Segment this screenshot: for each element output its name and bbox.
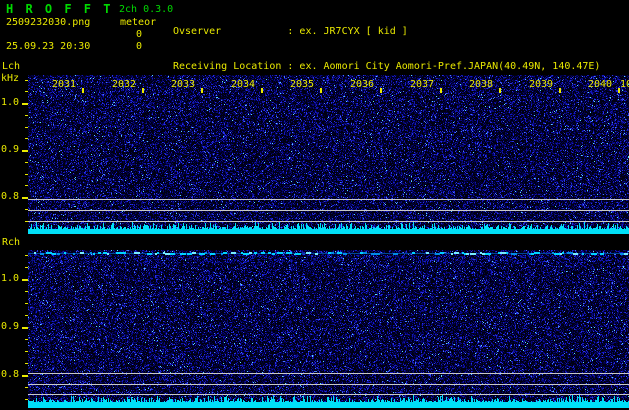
time-tick-label-partial: 10	[620, 79, 629, 90]
axis-tick	[25, 399, 28, 400]
axis-tick	[320, 88, 322, 93]
axis-tick	[25, 209, 28, 210]
lch-ytick-label-1_0: 1.0	[1, 97, 20, 108]
axis-tick	[25, 91, 28, 92]
rch-channel-label: Rch	[2, 237, 21, 248]
axis-tick	[25, 387, 28, 388]
lch-ytick-label-0_8: 0.8	[1, 191, 20, 202]
rch-spectrogram-canvas	[28, 250, 629, 408]
meteor-count-upper: 0	[136, 29, 143, 40]
timestamp: 25.09.23 20:30	[6, 41, 91, 52]
time-tick-label: 2039	[529, 79, 554, 90]
app-version: 2ch 0.3.0	[119, 4, 174, 15]
frequency-unit-label: kHz	[1, 73, 20, 84]
rch-ytick-label-0_8: 0.8	[1, 369, 20, 380]
app-title: H R O F F T	[6, 2, 113, 16]
axis-tick	[559, 88, 561, 93]
time-tick-label: 2033	[171, 79, 196, 90]
axis-tick	[618, 88, 620, 93]
axis-tick	[25, 174, 28, 175]
axis-tick	[142, 88, 144, 93]
axis-tick	[25, 267, 28, 268]
axis-tick	[22, 197, 28, 199]
axis-tick	[22, 150, 28, 152]
time-tick-label: 2032	[112, 79, 137, 90]
time-tick-label: 2034	[231, 79, 256, 90]
axis-tick	[25, 185, 28, 186]
axis-tick	[25, 162, 28, 163]
axis-tick	[25, 80, 28, 81]
rch-ytick-label-1_0: 1.0	[1, 273, 20, 284]
axis-tick	[261, 88, 263, 93]
output-filename: 2509232030.png	[6, 17, 91, 28]
time-tick-label: 2035	[290, 79, 315, 90]
axis-tick	[25, 221, 28, 222]
axis-tick	[22, 103, 28, 105]
axis-tick	[25, 315, 28, 316]
mode-label: meteor	[120, 17, 157, 28]
axis-tick	[22, 279, 28, 281]
axis-tick	[25, 351, 28, 352]
axis-tick	[25, 127, 28, 128]
axis-tick	[25, 255, 28, 256]
location-line: Receiving Location : ex. Aomori City Aom…	[173, 61, 601, 72]
axis-tick	[499, 88, 501, 93]
axis-tick	[82, 88, 84, 93]
axis-tick	[22, 375, 28, 377]
axis-tick	[380, 88, 382, 93]
axis-tick	[25, 115, 28, 116]
axis-tick	[201, 88, 203, 93]
time-tick-label: 2031	[52, 79, 77, 90]
axis-tick	[25, 339, 28, 340]
lch-ytick-label-0_9: 0.9	[1, 144, 20, 155]
lch-spectrogram-canvas	[28, 75, 629, 234]
axis-tick	[440, 88, 442, 93]
time-tick-label: 2038	[469, 79, 494, 90]
axis-tick	[25, 291, 28, 292]
rch-ytick-label-0_9: 0.9	[1, 321, 20, 332]
meteor-count-lower: 0	[136, 41, 143, 52]
observer-line: Ovserver : ex. JR7CYX [ kid ]	[173, 26, 408, 37]
time-tick-label: 2037	[410, 79, 435, 90]
time-tick-label: 2036	[350, 79, 375, 90]
axis-tick	[25, 138, 28, 139]
axis-tick	[25, 363, 28, 364]
hrofft-screen: H R O F F T 2ch 0.3.0 2509232030.png met…	[0, 0, 629, 410]
axis-tick	[25, 303, 28, 304]
lch-channel-label: Lch	[2, 61, 21, 72]
time-tick-label: 2040	[588, 79, 613, 90]
axis-tick	[22, 327, 28, 329]
